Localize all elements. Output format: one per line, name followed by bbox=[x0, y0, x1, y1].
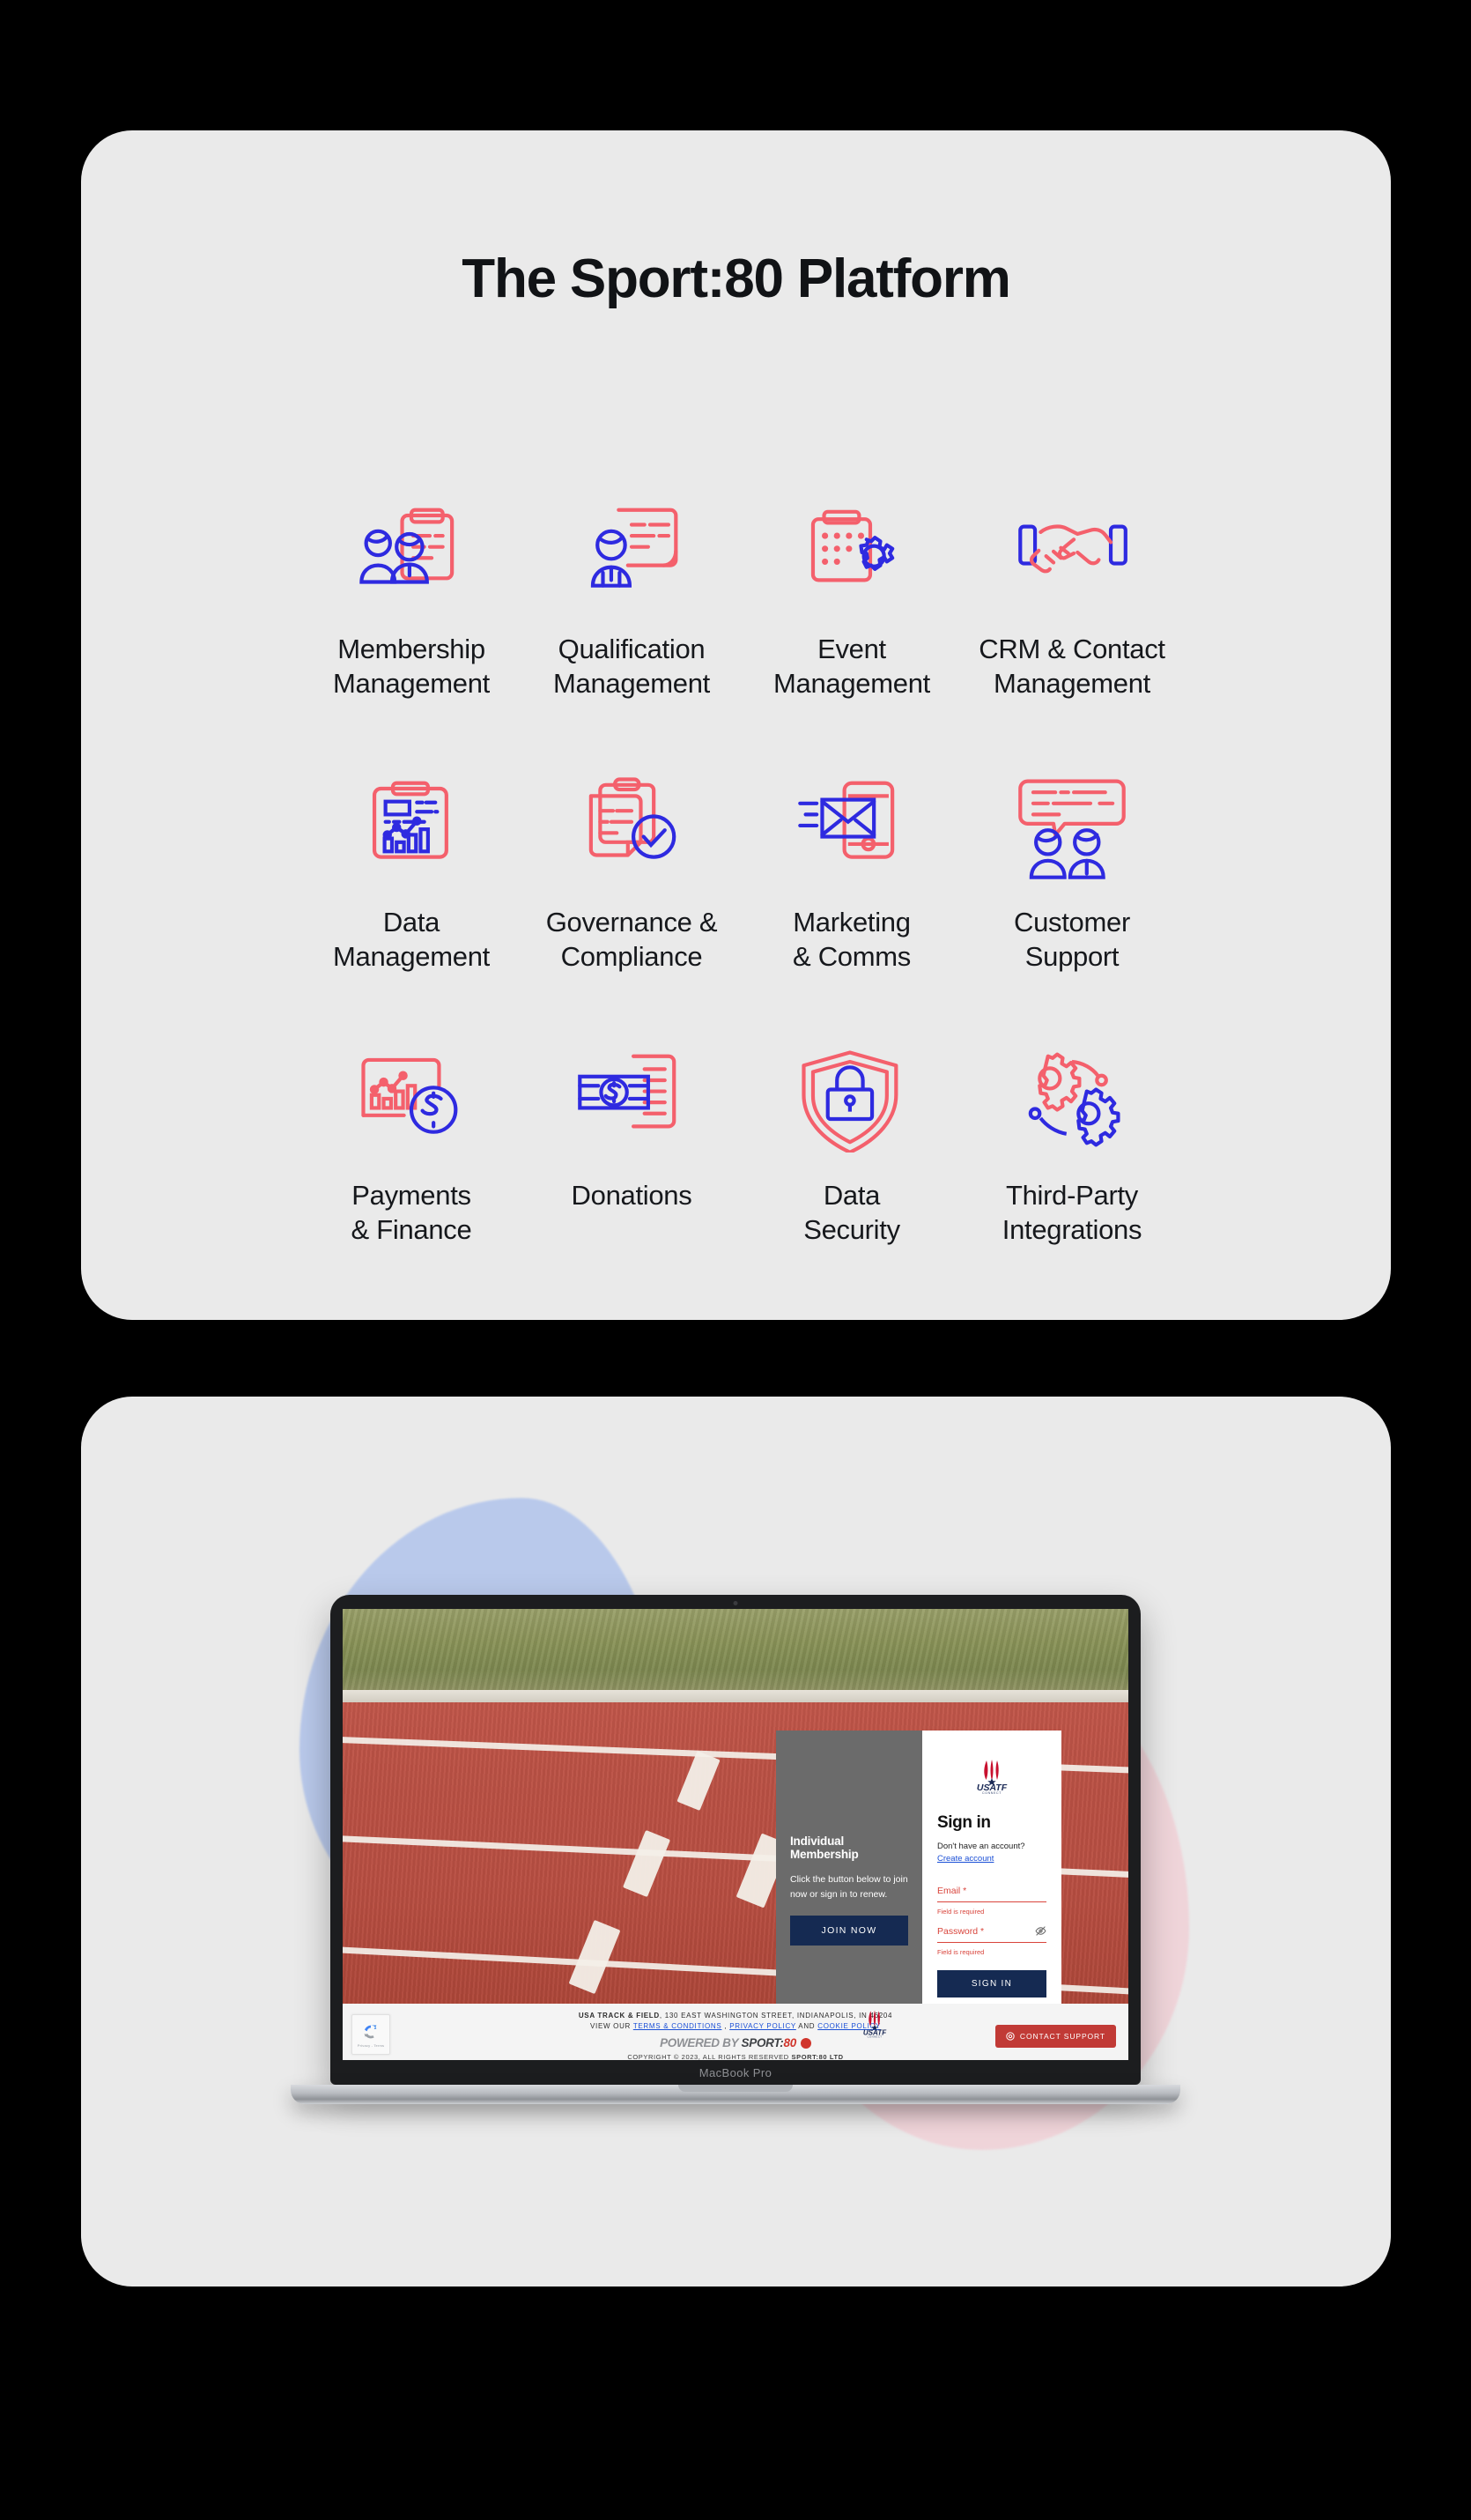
feature-item: Payments & Finance bbox=[301, 1047, 521, 1320]
footer-terms-link[interactable]: TERMS & CONDITIONS bbox=[633, 2022, 722, 2030]
copyright-prefix: COPYRIGHT © 2023, ALL RIGHTS RESERVED bbox=[627, 2053, 792, 2060]
join-now-button[interactable]: JOIN NOW bbox=[790, 1916, 908, 1946]
laptop-base bbox=[291, 2085, 1180, 2104]
page-title: The Sport:80 Platform bbox=[462, 248, 1011, 309]
feature-item: Data Security bbox=[742, 1047, 962, 1320]
feature-label: Marketing & Comms bbox=[793, 907, 911, 972]
footer-address-line: USA TRACK & FIELD, 130 EAST WASHINGTON S… bbox=[343, 2012, 1128, 2020]
contact-support-label: CONTACT SUPPORT bbox=[1019, 2032, 1105, 2041]
chart-dollar-icon bbox=[361, 1057, 458, 1134]
calendar-gear-icon bbox=[810, 509, 895, 582]
signin-heading: Sign in bbox=[937, 1813, 991, 1832]
track-marking bbox=[568, 1919, 621, 1995]
powered-brand: SPORT: bbox=[741, 2036, 784, 2049]
feature-item: Third-Party Integrations bbox=[962, 1047, 1182, 1320]
laptop-screen: Individual Membership Click the button b… bbox=[343, 1609, 1128, 2060]
gears-network-icon bbox=[1028, 1052, 1120, 1147]
track-kerb bbox=[343, 1690, 1128, 1702]
device-label: MacBook Pro bbox=[699, 2066, 772, 2079]
feature-label: CRM & Contact Management bbox=[979, 634, 1165, 699]
platform-feature-card: The Sport:80 Platform Membership Managem… bbox=[81, 130, 1391, 1320]
feature-item: Customer Support bbox=[962, 774, 1182, 1047]
feature-item: Event Management bbox=[742, 500, 962, 774]
email-field[interactable]: Email * bbox=[937, 1886, 1046, 1902]
lifebuoy-icon bbox=[1006, 2032, 1015, 2041]
feature-item: Qualification Management bbox=[521, 500, 742, 774]
usatf-logo-icon: USATF CONNECT bbox=[863, 2010, 887, 2038]
camera-icon bbox=[733, 1601, 738, 1605]
usatf-sublabel: CONNECT bbox=[982, 1791, 1002, 1794]
password-error: Field is required bbox=[937, 1947, 985, 1956]
feature-label: Third-Party Integrations bbox=[1002, 1180, 1142, 1245]
feature-label: Membership Management bbox=[333, 634, 490, 699]
footer-and: AND bbox=[795, 2022, 818, 2030]
email-label: Email * bbox=[937, 1885, 967, 1896]
no-account-text: Don't have an account? bbox=[937, 1842, 1025, 1851]
clipboard-chart-icon bbox=[372, 781, 448, 859]
feature-label: Qualification Management bbox=[553, 634, 710, 699]
membership-description: Click the button below to join now or si… bbox=[790, 1874, 908, 1900]
shield-lock-icon bbox=[802, 1050, 898, 1153]
footer-usatf-logo: USATF CONNECT bbox=[857, 2009, 892, 2043]
envelope-phone-icon bbox=[798, 781, 895, 859]
feature-item: Governance & Compliance bbox=[521, 774, 742, 1047]
person-certificate-icon bbox=[590, 508, 678, 588]
footer-view-our: VIEW OUR bbox=[589, 2022, 633, 2030]
site-footer: USA TRACK & FIELD, 130 EAST WASHINGTON S… bbox=[343, 2004, 1128, 2060]
feature-item: Marketing & Comms bbox=[742, 774, 962, 1047]
eye-off-icon[interactable] bbox=[1035, 1925, 1046, 1937]
page-root: The Sport:80 Platform Membership Managem… bbox=[0, 0, 1471, 2520]
track-marking bbox=[622, 1829, 671, 1898]
feature-grid: Membership Management Qualification Mana… bbox=[301, 500, 1182, 1320]
feature-label: Data Security bbox=[803, 1180, 900, 1245]
banknote-document-icon bbox=[578, 1054, 676, 1129]
feature-label: Data Management bbox=[333, 907, 490, 972]
recaptcha-terms-label: Privacy - Terms bbox=[357, 2042, 385, 2048]
feature-item: CRM & Contact Management bbox=[962, 500, 1182, 774]
contact-support-button[interactable]: CONTACT SUPPORT bbox=[994, 2025, 1116, 2048]
password-underline bbox=[937, 1941, 1046, 1943]
usatf-sublabel: CONNECT bbox=[868, 2035, 883, 2038]
footer-org-name: USA TRACK & FIELD bbox=[578, 2012, 660, 2020]
people-speech-bubble-icon bbox=[1018, 779, 1126, 879]
grass-band bbox=[343, 1609, 1128, 1690]
feature-item: Donations bbox=[521, 1047, 742, 1320]
password-field[interactable]: Password * bbox=[937, 1926, 1046, 1943]
footer-copyright: COPYRIGHT © 2023, ALL RIGHTS RESERVED SP… bbox=[343, 2053, 1128, 2060]
track-marking bbox=[676, 1751, 721, 1811]
clipboard-check-icon bbox=[588, 777, 676, 859]
feature-item: Data Management bbox=[301, 774, 521, 1047]
product-showcase-card: MacBook Pro Individual Membership Click … bbox=[81, 1397, 1391, 2287]
feature-label: Payments & Finance bbox=[351, 1180, 472, 1245]
create-account-prompt: Don't have an account? Create account bbox=[937, 1841, 1046, 1866]
laptop-mockup: MacBook Pro Individual Membership Click … bbox=[291, 1595, 1180, 2104]
feature-label: Customer Support bbox=[1014, 907, 1130, 972]
footer-comma: , bbox=[721, 2022, 730, 2030]
sign-in-button[interactable]: SIGN IN bbox=[937, 1969, 1046, 1997]
feature-label: Donations bbox=[571, 1180, 692, 1211]
usatf-logo-icon: USATF CONNECT bbox=[977, 1760, 1008, 1794]
powered-number: 80 bbox=[783, 2036, 797, 2049]
copyright-brand: SPORT:80 LTD bbox=[791, 2053, 844, 2060]
password-label: Password * bbox=[937, 1925, 985, 1937]
create-account-link[interactable]: Create account bbox=[937, 1854, 994, 1864]
sport80-globe-icon bbox=[800, 2037, 811, 2049]
powered-by-text: POWERED BY SPORT:80 bbox=[660, 2036, 796, 2049]
membership-title: Individual Membership bbox=[790, 1834, 859, 1862]
footer-privacy-link[interactable]: PRIVACY POLICY bbox=[729, 2022, 796, 2030]
powered-prefix: POWERED BY bbox=[660, 2036, 742, 2049]
handshake-icon bbox=[1018, 524, 1127, 574]
recaptcha-badge[interactable]: Privacy - Terms bbox=[351, 2014, 390, 2055]
email-underline bbox=[937, 1901, 1046, 1902]
feature-label: Governance & Compliance bbox=[545, 907, 718, 972]
feature-item: Membership Management bbox=[301, 500, 521, 774]
email-error: Field is required bbox=[937, 1907, 985, 1916]
members-clipboard-icon bbox=[359, 508, 455, 584]
laptop-lid: MacBook Pro Individual Membership Click … bbox=[330, 1595, 1141, 2085]
recaptcha-icon bbox=[364, 2025, 377, 2038]
feature-label: Event Management bbox=[773, 634, 930, 699]
